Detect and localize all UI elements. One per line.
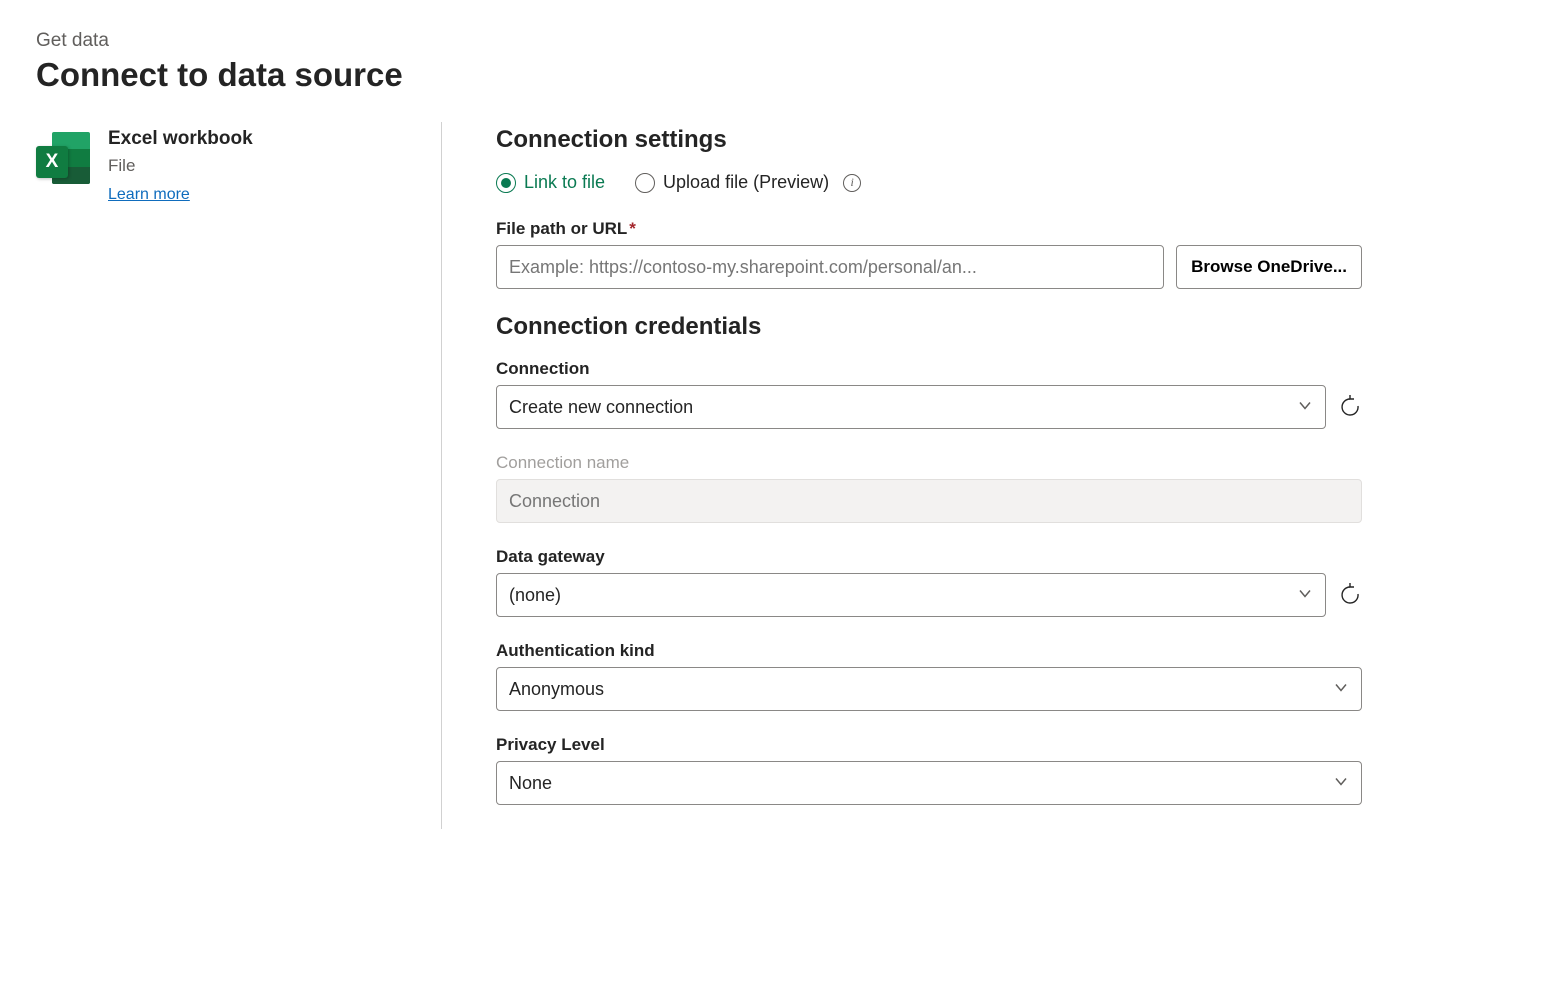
connection-credentials-heading: Connection credentials — [496, 313, 1362, 341]
connection-label: Connection — [496, 359, 1362, 379]
radio-upload-label: Upload file (Preview) — [663, 172, 829, 193]
radio-upload-file[interactable]: Upload file (Preview) i — [635, 172, 861, 193]
info-icon[interactable]: i — [843, 174, 861, 192]
privacy-level-select[interactable]: None — [496, 761, 1362, 805]
excel-icon: X — [36, 132, 90, 186]
connection-select[interactable]: Create new connection — [496, 385, 1326, 429]
auth-kind-label: Authentication kind — [496, 641, 1362, 661]
connection-name-input — [496, 479, 1362, 523]
file-path-input[interactable] — [496, 245, 1164, 289]
data-gateway-label: Data gateway — [496, 547, 1362, 567]
file-path-label: File path or URL* — [496, 219, 1362, 239]
chevron-down-icon — [1298, 397, 1312, 418]
chevron-down-icon — [1334, 773, 1348, 794]
privacy-level-label: Privacy Level — [496, 735, 1362, 755]
radio-link-to-file[interactable]: Link to file — [496, 172, 605, 193]
chevron-down-icon — [1298, 585, 1312, 606]
refresh-connection-icon[interactable] — [1338, 395, 1362, 419]
connection-name-label: Connection name — [496, 453, 1362, 473]
browse-onedrive-button[interactable]: Browse OneDrive... — [1176, 245, 1362, 289]
connector-title: Excel workbook — [108, 128, 253, 150]
chevron-down-icon — [1334, 679, 1348, 700]
learn-more-link[interactable]: Learn more — [108, 186, 190, 203]
connector-subtitle: File — [108, 156, 253, 176]
radio-link-label: Link to file — [524, 172, 605, 193]
data-gateway-select[interactable]: (none) — [496, 573, 1326, 617]
connection-settings-heading: Connection settings — [496, 126, 1362, 154]
page-title: Connect to data source — [36, 56, 1509, 94]
breadcrumb: Get data — [36, 30, 1509, 52]
auth-kind-select[interactable]: Anonymous — [496, 667, 1362, 711]
connector-panel: X Excel workbook File Learn more — [36, 122, 442, 829]
refresh-gateway-icon[interactable] — [1338, 583, 1362, 607]
